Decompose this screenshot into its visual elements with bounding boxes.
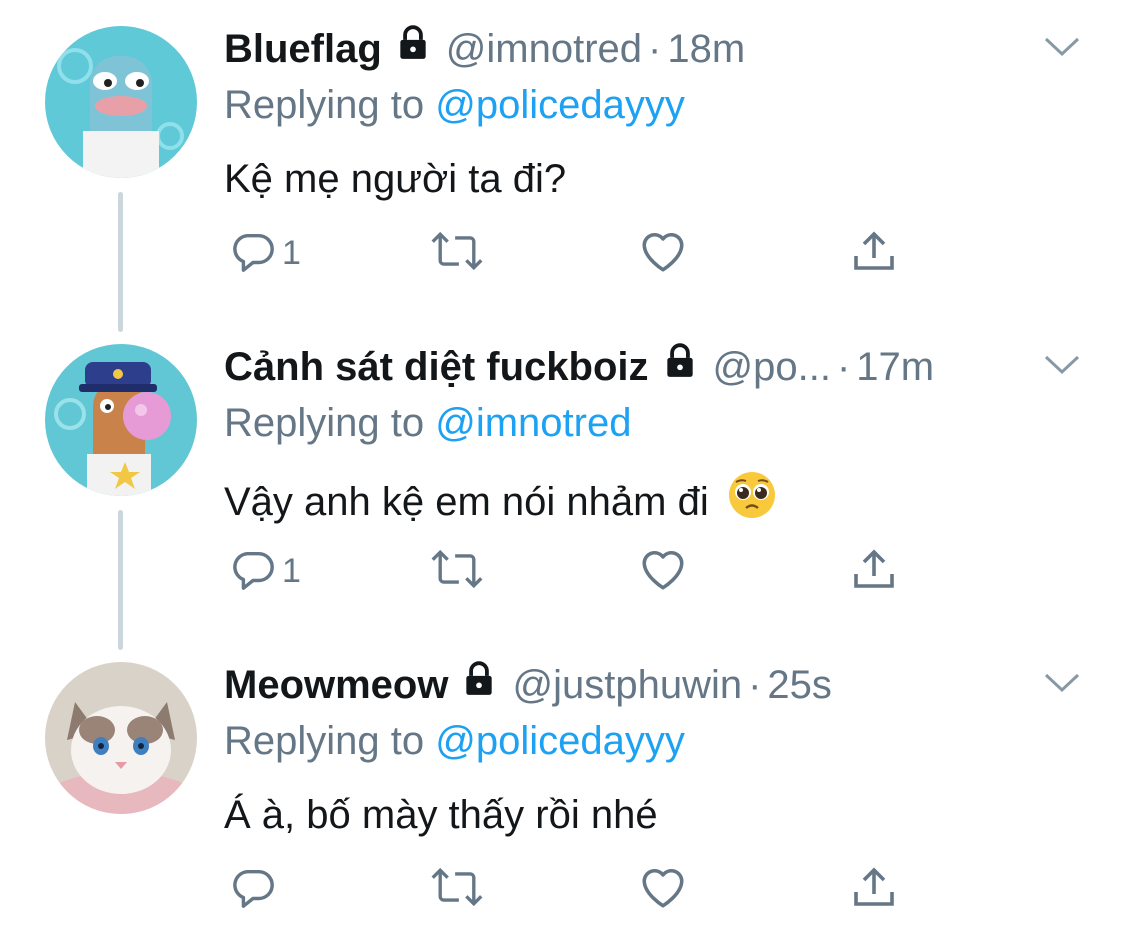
- tweet-header: Blueflag @imnotred · 18m: [224, 24, 995, 73]
- tweet-header: Cảnh sát diệt fuckboiz @po... · 17m: [224, 342, 995, 391]
- display-name[interactable]: Blueflag: [224, 25, 382, 73]
- mention-link[interactable]: @imnotred: [435, 401, 631, 445]
- thread-line: [118, 192, 123, 332]
- tweet-header: Meowmeow @justphuwin · 25s: [224, 660, 995, 709]
- retweet-button[interactable]: [429, 546, 485, 597]
- replying-to-label: Replying to: [224, 719, 436, 763]
- like-icon: [638, 228, 688, 279]
- reply-icon: [230, 546, 276, 597]
- reply-count: 1: [282, 234, 301, 272]
- tweet-2[interactable]: Cảnh sát diệt fuckboiz @po... · 17m Repl…: [0, 318, 1125, 650]
- tweet-text: Vậy anh kệ em nói nhảm đi: [224, 470, 777, 534]
- retweet-button[interactable]: [429, 864, 485, 915]
- share-button[interactable]: [850, 228, 898, 281]
- mention-link[interactable]: @policedayyy: [435, 719, 685, 763]
- share-button[interactable]: [850, 864, 898, 917]
- avatar[interactable]: [45, 26, 197, 178]
- like-icon: [638, 864, 688, 915]
- chevron-down-icon[interactable]: [1044, 672, 1080, 699]
- avatar[interactable]: [45, 662, 197, 814]
- tweet-text-content: Kệ mẹ người ta đi?: [224, 157, 567, 201]
- pleading-face-emoji: [727, 470, 777, 534]
- display-name[interactable]: Cảnh sát diệt fuckboiz: [224, 343, 649, 391]
- tweet-3[interactable]: Meowmeow @justphuwin · 25s Replying to @…: [0, 636, 1125, 942]
- like-icon: [638, 546, 688, 597]
- retweet-icon: [429, 864, 485, 915]
- tweet-actions: 1: [224, 546, 924, 602]
- tweet-actions: 1: [224, 228, 924, 284]
- tweet-text-content: Vậy anh kệ em nói nhảm đi: [224, 480, 709, 524]
- like-button[interactable]: [638, 546, 688, 597]
- share-icon: [850, 864, 898, 917]
- reply-button[interactable]: 1: [230, 546, 301, 597]
- replying-to: Replying to @policedayyy: [224, 716, 685, 766]
- replying-to-label: Replying to: [224, 401, 436, 445]
- timestamp[interactable]: 17m: [856, 343, 934, 391]
- share-icon: [850, 228, 898, 281]
- share-button[interactable]: [850, 546, 898, 599]
- share-icon: [850, 546, 898, 599]
- reply-count: 1: [282, 552, 301, 590]
- reply-icon: [230, 864, 276, 915]
- chevron-down-icon[interactable]: [1044, 354, 1080, 381]
- reply-icon: [230, 228, 276, 279]
- tweet-text: Kệ mẹ người ta đi?: [224, 152, 566, 206]
- replying-to: Replying to @policedayyy: [224, 80, 685, 130]
- reply-button[interactable]: [230, 864, 282, 915]
- separator-dot: ·: [836, 344, 851, 389]
- tweet-1[interactable]: Blueflag @imnotred · 18m Replying to @po…: [0, 0, 1125, 332]
- like-button[interactable]: [638, 228, 688, 279]
- separator-dot: ·: [748, 662, 762, 707]
- chevron-down-icon[interactable]: [1044, 36, 1080, 63]
- timestamp[interactable]: 25s: [767, 661, 832, 709]
- lock-icon: [394, 24, 432, 73]
- like-button[interactable]: [638, 864, 688, 915]
- retweet-icon: [429, 546, 485, 597]
- tweet-actions: [224, 864, 924, 920]
- retweet-button[interactable]: [429, 228, 485, 279]
- replying-to-label: Replying to: [224, 83, 436, 127]
- avatar[interactable]: [45, 344, 197, 496]
- handle[interactable]: @justphuwin: [512, 661, 742, 709]
- thread-line: [118, 510, 123, 650]
- tweet-text-content: Á à, bố mày thấy rồi nhé: [224, 793, 658, 837]
- handle[interactable]: @po...: [713, 343, 831, 391]
- display-name[interactable]: Meowmeow: [224, 661, 448, 709]
- separator-dot: ·: [648, 26, 662, 71]
- lock-icon: [661, 342, 699, 391]
- mention-link[interactable]: @policedayyy: [435, 83, 685, 127]
- timestamp[interactable]: 18m: [667, 25, 745, 73]
- retweet-icon: [429, 228, 485, 279]
- tweet-text: Á à, bố mày thấy rồi nhé: [224, 788, 658, 842]
- handle[interactable]: @imnotred: [446, 25, 642, 73]
- lock-icon: [460, 660, 498, 709]
- reply-button[interactable]: 1: [230, 228, 301, 279]
- replying-to: Replying to @imnotred: [224, 398, 631, 448]
